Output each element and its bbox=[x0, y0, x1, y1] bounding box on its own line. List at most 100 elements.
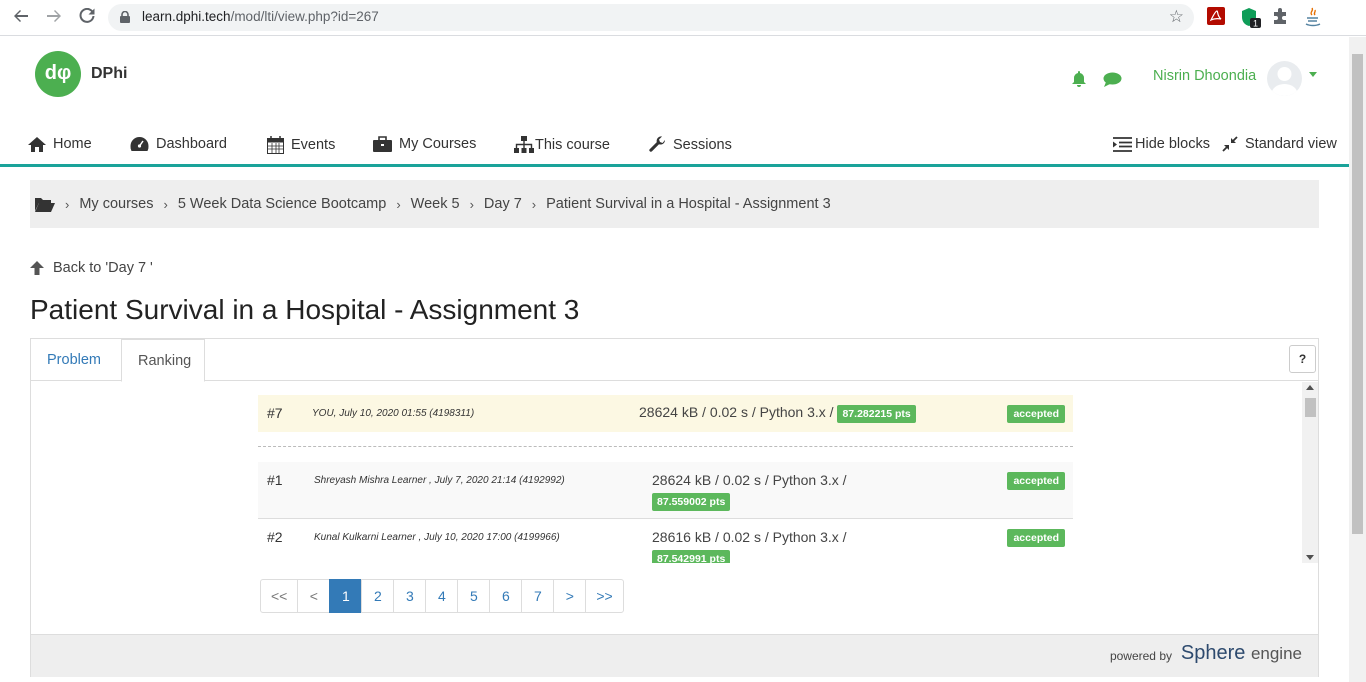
url-text: learn.dphi.tech/mod/lti/view.php?id=267 bbox=[142, 9, 379, 24]
rank-number: #7 bbox=[267, 405, 283, 421]
status-badge: accepted bbox=[1007, 529, 1065, 547]
rank-stats-text: 28624 kB / 0.02 s / Python 3.x / bbox=[639, 404, 834, 420]
wrench-icon bbox=[649, 136, 666, 152]
nav-home-label: Home bbox=[53, 136, 92, 152]
bell-icon[interactable] bbox=[1071, 70, 1087, 92]
rank-submitter: YOU, July 10, 2020 01:55 (4198311) bbox=[312, 408, 475, 419]
nav-this-course[interactable]: This course bbox=[514, 136, 610, 153]
page-last[interactable]: >> bbox=[585, 579, 624, 613]
scroll-up-icon[interactable] bbox=[1306, 385, 1314, 390]
compress-icon bbox=[1222, 136, 1238, 152]
tab-bar: Problem Ranking ? bbox=[31, 339, 1318, 382]
scroll-thumb[interactable] bbox=[1305, 398, 1316, 417]
ranking-row-you: #7 YOU, July 10, 2020 01:55 (4198311) 28… bbox=[258, 395, 1073, 432]
page-scrollbar[interactable] bbox=[1349, 37, 1366, 682]
page-7[interactable]: 7 bbox=[521, 579, 555, 613]
status-badge: accepted bbox=[1007, 405, 1065, 423]
avatar[interactable] bbox=[1267, 61, 1302, 96]
breadcrumb-day[interactable]: Day 7 bbox=[484, 196, 522, 212]
rank-number: #1 bbox=[267, 472, 283, 488]
assignment-panel: Problem Ranking ? #7 YOU, July 10, 2020 … bbox=[30, 338, 1319, 677]
divider bbox=[258, 446, 1073, 447]
rank-stats: 28616 kB / 0.02 s / Python 3.x / bbox=[652, 529, 847, 545]
rank-stats: 28624 kB / 0.02 s / Python 3.x / 87.2822… bbox=[639, 404, 916, 423]
svg-text:1: 1 bbox=[1253, 19, 1258, 29]
nav-events[interactable]: Events bbox=[267, 136, 335, 154]
briefcase-icon bbox=[373, 136, 392, 152]
home-icon bbox=[28, 136, 46, 152]
lock-icon bbox=[120, 11, 130, 23]
scroll-down-icon[interactable] bbox=[1306, 555, 1314, 560]
page-prev[interactable]: < bbox=[297, 579, 331, 613]
nav-sessions[interactable]: Sessions bbox=[649, 136, 732, 153]
sphere-logo-suffix: engine bbox=[1250, 644, 1302, 663]
breadcrumb-separator: › bbox=[531, 196, 537, 212]
nav-my-courses-label: My Courses bbox=[399, 136, 477, 152]
main-nav: Home Dashboard Events My Courses This co… bbox=[0, 131, 1349, 167]
bookmark-star-icon[interactable]: ☆ bbox=[1169, 7, 1184, 27]
sphere-logo-main: phere bbox=[1194, 642, 1246, 664]
chat-icon[interactable] bbox=[1103, 72, 1122, 92]
site-header: dφ DPhi Nisrin Dhoondia Home Dashboard E… bbox=[0, 37, 1349, 167]
page-1[interactable]: 1 bbox=[329, 579, 363, 613]
folder-open-icon[interactable] bbox=[35, 197, 55, 212]
breadcrumb-course[interactable]: 5 Week Data Science Bootcamp bbox=[178, 196, 386, 212]
panel-footer: powered by Sphere engine bbox=[31, 634, 1318, 677]
nav-sessions-label: Sessions bbox=[673, 136, 732, 153]
url-path: /mod/lti/view.php?id=267 bbox=[230, 9, 379, 24]
nav-dashboard[interactable]: Dashboard bbox=[130, 136, 227, 152]
hide-blocks-button[interactable]: Hide blocks bbox=[1113, 136, 1210, 152]
java-extension-icon[interactable] bbox=[1304, 7, 1324, 27]
user-menu-caret-icon[interactable] bbox=[1309, 72, 1317, 77]
ranking-frame: #7 YOU, July 10, 2020 01:55 (4198311) 28… bbox=[32, 382, 1318, 563]
help-button[interactable]: ? bbox=[1289, 345, 1316, 373]
breadcrumb-separator: › bbox=[163, 196, 168, 212]
page-scroll-thumb[interactable] bbox=[1352, 54, 1363, 534]
breadcrumb: › My courses › 5 Week Data Science Bootc… bbox=[30, 180, 1319, 228]
nav-events-label: Events bbox=[291, 137, 336, 153]
breadcrumb-current[interactable]: Patient Survival in a Hospital - Assignm… bbox=[546, 196, 831, 212]
tab-ranking[interactable]: Ranking bbox=[121, 339, 205, 382]
page-next[interactable]: > bbox=[553, 579, 587, 613]
nav-home[interactable]: Home bbox=[28, 136, 92, 152]
back-link-label: Back to 'Day 7 ' bbox=[53, 260, 153, 276]
back-link[interactable]: Back to 'Day 7 ' bbox=[30, 260, 153, 276]
user-name[interactable]: Nisrin Dhoondia bbox=[1153, 68, 1256, 84]
site-name[interactable]: DPhi bbox=[91, 65, 127, 83]
breadcrumb-week[interactable]: Week 5 bbox=[411, 196, 460, 212]
sphere-engine-logo[interactable]: Sphere engine bbox=[1181, 642, 1302, 665]
nav-this-course-label: This course bbox=[535, 136, 610, 153]
page-first[interactable]: << bbox=[260, 579, 299, 613]
standard-view-button[interactable]: Standard view bbox=[1222, 136, 1337, 152]
url-host: learn.dphi.tech bbox=[142, 9, 231, 24]
page-4[interactable]: 4 bbox=[425, 579, 459, 613]
forward-arrow-icon[interactable] bbox=[42, 6, 66, 30]
puzzle-extension-icon[interactable] bbox=[1271, 7, 1291, 27]
site-logo[interactable]: dφ bbox=[35, 51, 81, 97]
points-badge: 87.282215 pts bbox=[837, 405, 916, 423]
hide-blocks-label: Hide blocks bbox=[1135, 136, 1210, 152]
reload-icon[interactable] bbox=[75, 6, 99, 30]
page-3[interactable]: 3 bbox=[393, 579, 427, 613]
points-badge: 87.542991 pts bbox=[652, 550, 731, 563]
points-badge: 87.559002 pts bbox=[652, 493, 731, 511]
dashboard-icon bbox=[130, 137, 149, 151]
page-2[interactable]: 2 bbox=[361, 579, 395, 613]
pdf-extension-icon[interactable] bbox=[1207, 7, 1227, 27]
rank-submitter: Shreyash Mishra Learner , July 7, 2020 2… bbox=[314, 475, 565, 486]
calendar-icon bbox=[267, 136, 284, 154]
rank-number: #2 bbox=[267, 529, 283, 545]
nav-my-courses[interactable]: My Courses bbox=[373, 136, 476, 152]
breadcrumb-my-courses[interactable]: My courses bbox=[79, 196, 153, 212]
page-5[interactable]: 5 bbox=[457, 579, 491, 613]
table-row: #1 Shreyash Mishra Learner , July 7, 202… bbox=[258, 462, 1073, 519]
powered-by-label: powered by bbox=[1109, 649, 1172, 663]
address-bar[interactable]: learn.dphi.tech/mod/lti/view.php?id=267 … bbox=[108, 4, 1194, 31]
shield-extension-icon[interactable]: 1 bbox=[1240, 7, 1261, 29]
tab-problem[interactable]: Problem bbox=[31, 339, 117, 381]
frame-scrollbar[interactable] bbox=[1302, 382, 1318, 563]
back-arrow-icon[interactable] bbox=[9, 6, 33, 30]
breadcrumb-separator: › bbox=[396, 196, 401, 212]
standard-view-label: Standard view bbox=[1245, 136, 1337, 152]
page-6[interactable]: 6 bbox=[489, 579, 523, 613]
